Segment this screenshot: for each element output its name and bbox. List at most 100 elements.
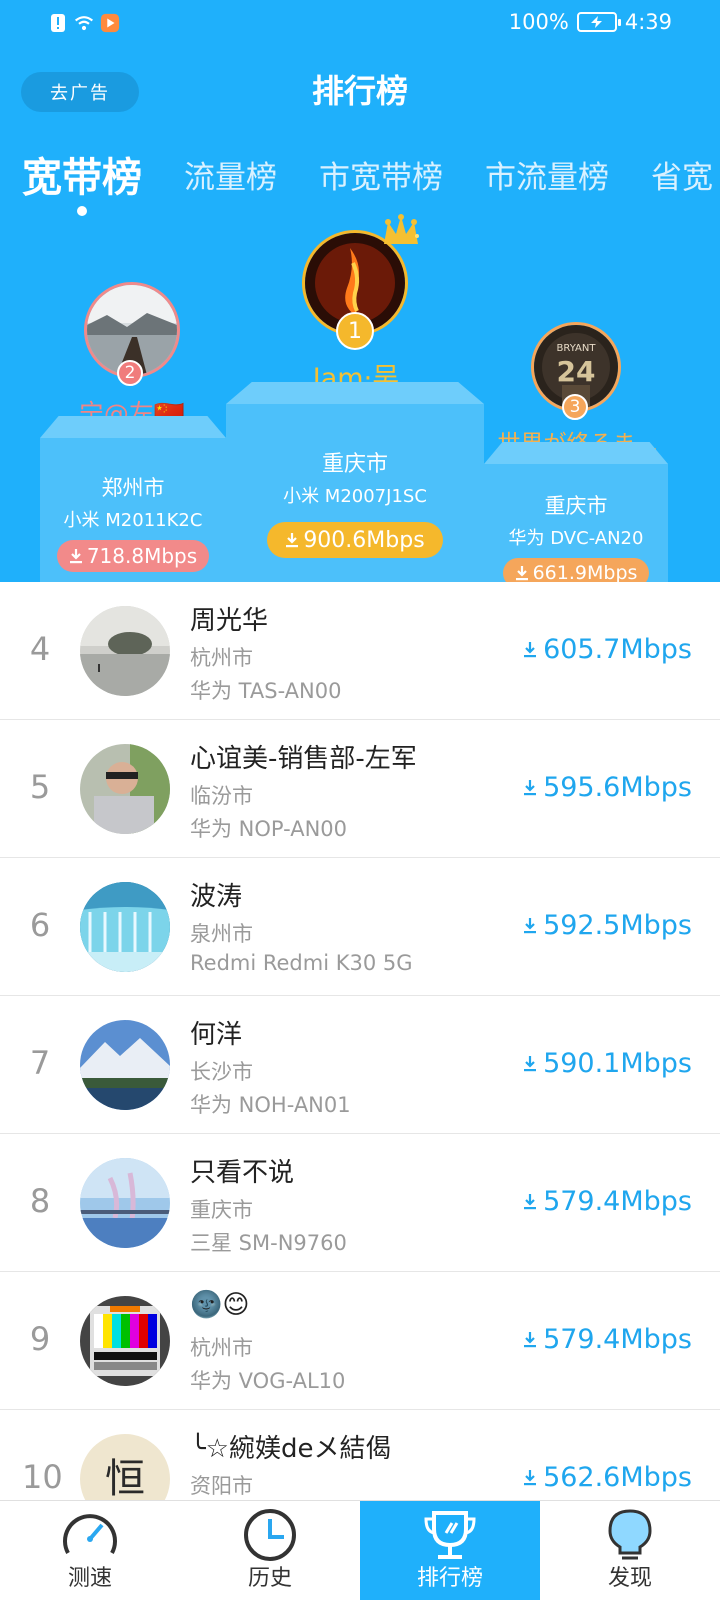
nav-label: 发现: [607, 1566, 652, 1591]
podium-second-speed-pill: 718.8Mbps: [56, 540, 210, 572]
svg-text:24: 24: [557, 355, 596, 388]
user-city: 临汾市: [190, 784, 253, 808]
clock-icon: [244, 1509, 296, 1561]
user-name: ╰☆綩媄deメ結偈: [190, 1434, 392, 1464]
speed-value: 605.7Mbps: [543, 634, 692, 665]
page-title: 排行榜: [311, 72, 408, 110]
ranking-tabs: 宽带榜 流量榜 市宽带榜 市流量榜 省宽: [22, 150, 720, 216]
download-speed: 562.6Mbps: [523, 1462, 692, 1493]
download-icon: [515, 566, 528, 581]
podium-third-block: 重庆市 华为 DVC-AN20 661.9Mbps: [484, 464, 668, 582]
speed-value: 562.6Mbps: [543, 1462, 692, 1493]
podium-first-rank-badge: 1: [336, 312, 374, 350]
podium-third-city: 重庆市: [544, 494, 608, 518]
tab-broadband[interactable]: 宽带榜: [22, 150, 142, 216]
lightbulb-icon: [608, 1509, 652, 1560]
nav-label: 测速: [67, 1566, 112, 1591]
nav-label: 历史: [247, 1566, 292, 1591]
tab-city-mobile-data[interactable]: 市流量榜: [485, 150, 609, 206]
status-bar: 100% 4:39: [0, 0, 720, 48]
podium-first-model: 小米 M2007J1SC: [283, 486, 427, 507]
user-name: 波涛: [190, 882, 243, 912]
user-name: 只看不说: [190, 1158, 295, 1188]
device-model: 三星 SM-N9760: [190, 1231, 347, 1255]
speed-value: 595.6Mbps: [543, 772, 692, 803]
rank-number: 9: [29, 1320, 51, 1358]
podium-first-block: 重庆市 小米 M2007J1SC 900.6Mbps: [226, 404, 484, 582]
download-speed: 595.6Mbps: [523, 772, 692, 803]
avatar: [80, 1158, 170, 1248]
ranking-list: 4 周光华 杭州市 华为 TAS-AN00 605.7Mbps 5 心谊美-销售…: [0, 582, 720, 1548]
user-name: 周光华: [190, 606, 269, 636]
list-item[interactable]: 9 🌚😊 杭州市 华为 VOG-AL10 579.4Mbps: [0, 1272, 720, 1410]
device-model: 华为 TAS-AN00: [190, 679, 342, 703]
tab-city-broadband[interactable]: 市宽带榜: [319, 150, 443, 206]
device-model: Redmi Redmi K30 5G: [190, 951, 413, 975]
download-speed: 592.5Mbps: [523, 910, 692, 941]
rank-number: 6: [29, 906, 51, 944]
download-icon: [69, 549, 82, 564]
nav-label: 排行榜: [416, 1566, 483, 1591]
wifi-icon: [74, 12, 94, 34]
list-item[interactable]: 7 何洋 长沙市 华为 NOH-AN01 590.1Mbps: [0, 996, 720, 1134]
user-city: 重庆市: [190, 1198, 253, 1222]
alert-icon: [48, 12, 68, 34]
clock-time: 4:39: [624, 10, 672, 34]
nav-ranking[interactable]: 排行榜: [360, 1501, 540, 1600]
svg-text:BRYANT: BRYANT: [557, 343, 597, 354]
tab-mobile-data[interactable]: 流量榜: [184, 150, 277, 206]
user-name: 何洋: [190, 1020, 243, 1050]
ranking-hero: 100% 4:39 去广告 排行榜 宽带榜 流量榜 市宽带榜 市流量榜 省宽 2…: [0, 0, 720, 582]
status-icons-right: 100% 4:39: [509, 10, 672, 34]
app-notification-icon: [100, 12, 120, 34]
podium-third-speed: 661.9Mbps: [532, 562, 638, 582]
svg-text:恒: 恒: [105, 1456, 145, 1502]
rank-number: 4: [29, 630, 51, 668]
battery-percent: 100%: [508, 10, 569, 34]
download-icon: [524, 1331, 537, 1347]
podium-second-model: 小米 M2011K2C: [63, 510, 203, 531]
podium-second-speed: 718.8Mbps: [86, 544, 198, 568]
speed-value: 579.4Mbps: [543, 1186, 692, 1217]
download-icon: [524, 779, 537, 795]
podium-second-block: 郑州市 小米 M2011K2C 718.8Mbps: [40, 438, 226, 582]
download-icon: [524, 1469, 537, 1485]
download-icon: [524, 641, 537, 657]
avatar: [80, 606, 170, 696]
crown-icon: [382, 214, 420, 252]
user-city: 长沙市: [190, 1060, 253, 1084]
speed-value: 592.5Mbps: [543, 910, 692, 941]
tab-province-broadband[interactable]: 省宽: [651, 150, 713, 206]
download-speed: 579.4Mbps: [523, 1324, 692, 1355]
nav-history[interactable]: 历史: [180, 1501, 360, 1600]
nav-discover[interactable]: 发现: [540, 1501, 720, 1600]
podium-third-model: 华为 DVC-AN20: [508, 528, 644, 549]
list-item[interactable]: 5 心谊美-销售部-左军 临汾市 华为 NOP-AN00 595.6Mbps: [0, 720, 720, 858]
speed-value: 579.4Mbps: [543, 1324, 692, 1355]
rank-number: 5: [29, 768, 51, 806]
status-icons-left: [48, 12, 120, 34]
user-city: 泉州市: [190, 922, 253, 946]
download-speed: 605.7Mbps: [523, 634, 692, 665]
device-model: 华为 NOP-AN00: [190, 817, 348, 841]
podium-third-speed-pill: 661.9Mbps: [502, 558, 650, 582]
list-item[interactable]: 8 只看不说 重庆市 三星 SM-N9760 579.4Mbps: [0, 1134, 720, 1272]
download-speed: 579.4Mbps: [523, 1186, 692, 1217]
bottom-navigation: 测速 历史 排行榜 发现: [0, 1500, 720, 1600]
podium-second-city: 郑州市: [101, 476, 165, 500]
avatar: [80, 1020, 170, 1110]
podium-first-speed-pill: 900.6Mbps: [267, 522, 443, 558]
rank-number: 7: [29, 1044, 51, 1082]
list-item[interactable]: 6 波涛 泉州市 Redmi Redmi K30 5G 592.5Mbps: [0, 858, 720, 996]
nav-speedtest[interactable]: 测速: [0, 1501, 180, 1600]
device-model: 华为 VOG-AL10: [190, 1369, 346, 1393]
avatar: [80, 744, 170, 834]
download-icon: [286, 533, 299, 548]
battery-charging-icon: [576, 12, 621, 32]
download-icon: [524, 1193, 537, 1209]
user-name: 心谊美-销售部-左军: [190, 744, 417, 774]
list-item[interactable]: 4 周光华 杭州市 华为 TAS-AN00 605.7Mbps: [0, 582, 720, 720]
speed-value: 590.1Mbps: [543, 1048, 692, 1079]
device-model: 华为 NOH-AN01: [190, 1093, 351, 1117]
trophy-icon: [424, 1511, 476, 1559]
